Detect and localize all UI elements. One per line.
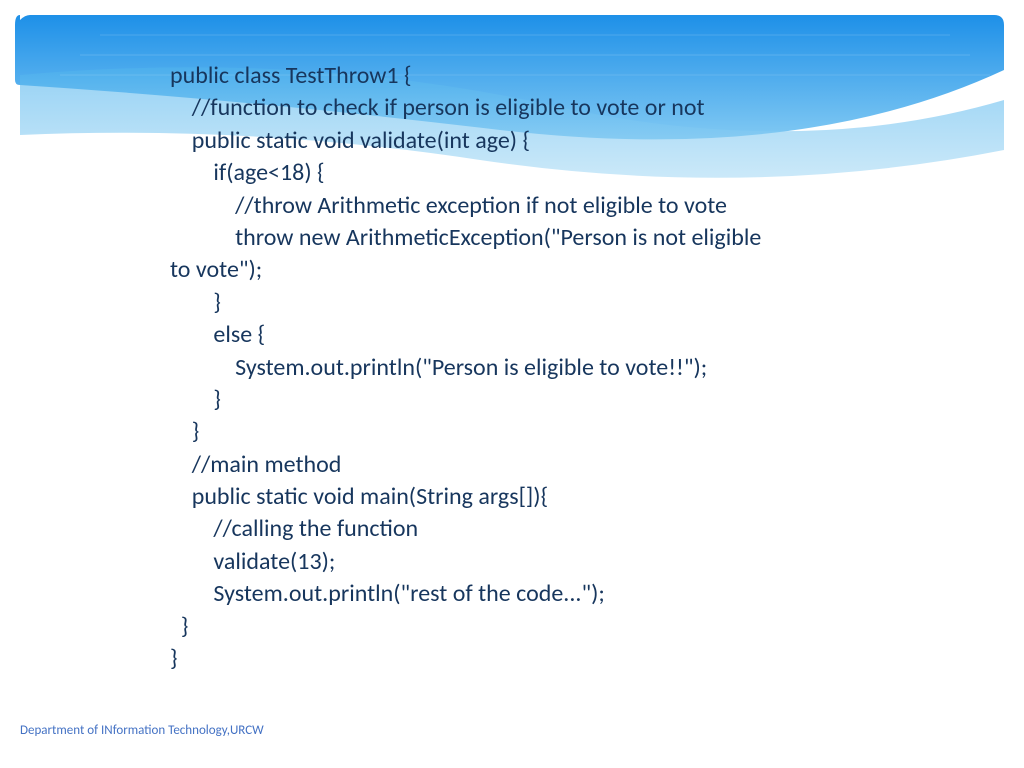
code-line-17: System.out.println("rest of the code..."… — [170, 578, 944, 610]
code-line-11: } — [170, 384, 944, 416]
code-line-1: public class TestThrow1 { — [170, 60, 944, 92]
code-line-9: else { — [170, 319, 944, 351]
code-content: public class TestThrow1 { //function to … — [0, 0, 1024, 675]
footer-text: Department of INformation Technology,URC… — [20, 723, 264, 738]
code-line-12: } — [170, 416, 944, 448]
code-line-19: } — [170, 643, 944, 675]
code-line-3: public static void validate(int age) { — [170, 125, 944, 157]
code-line-2: //function to check if person is eligibl… — [170, 92, 944, 124]
code-line-5: //throw Arithmetic exception if not elig… — [170, 190, 944, 222]
code-line-18: } — [170, 611, 944, 643]
code-line-8: } — [170, 287, 944, 319]
code-line-10: System.out.println("Person is eligible t… — [170, 352, 944, 384]
code-line-15: //calling the function — [170, 513, 944, 545]
code-line-14: public static void main(String args[]){ — [170, 481, 944, 513]
code-line-4: if(age<18) { — [170, 157, 944, 189]
code-line-7: to vote"); — [170, 254, 944, 286]
code-line-6: throw new ArithmeticException("Person is… — [170, 222, 944, 254]
code-line-16: validate(13); — [170, 546, 944, 578]
code-line-13: //main method — [170, 449, 944, 481]
